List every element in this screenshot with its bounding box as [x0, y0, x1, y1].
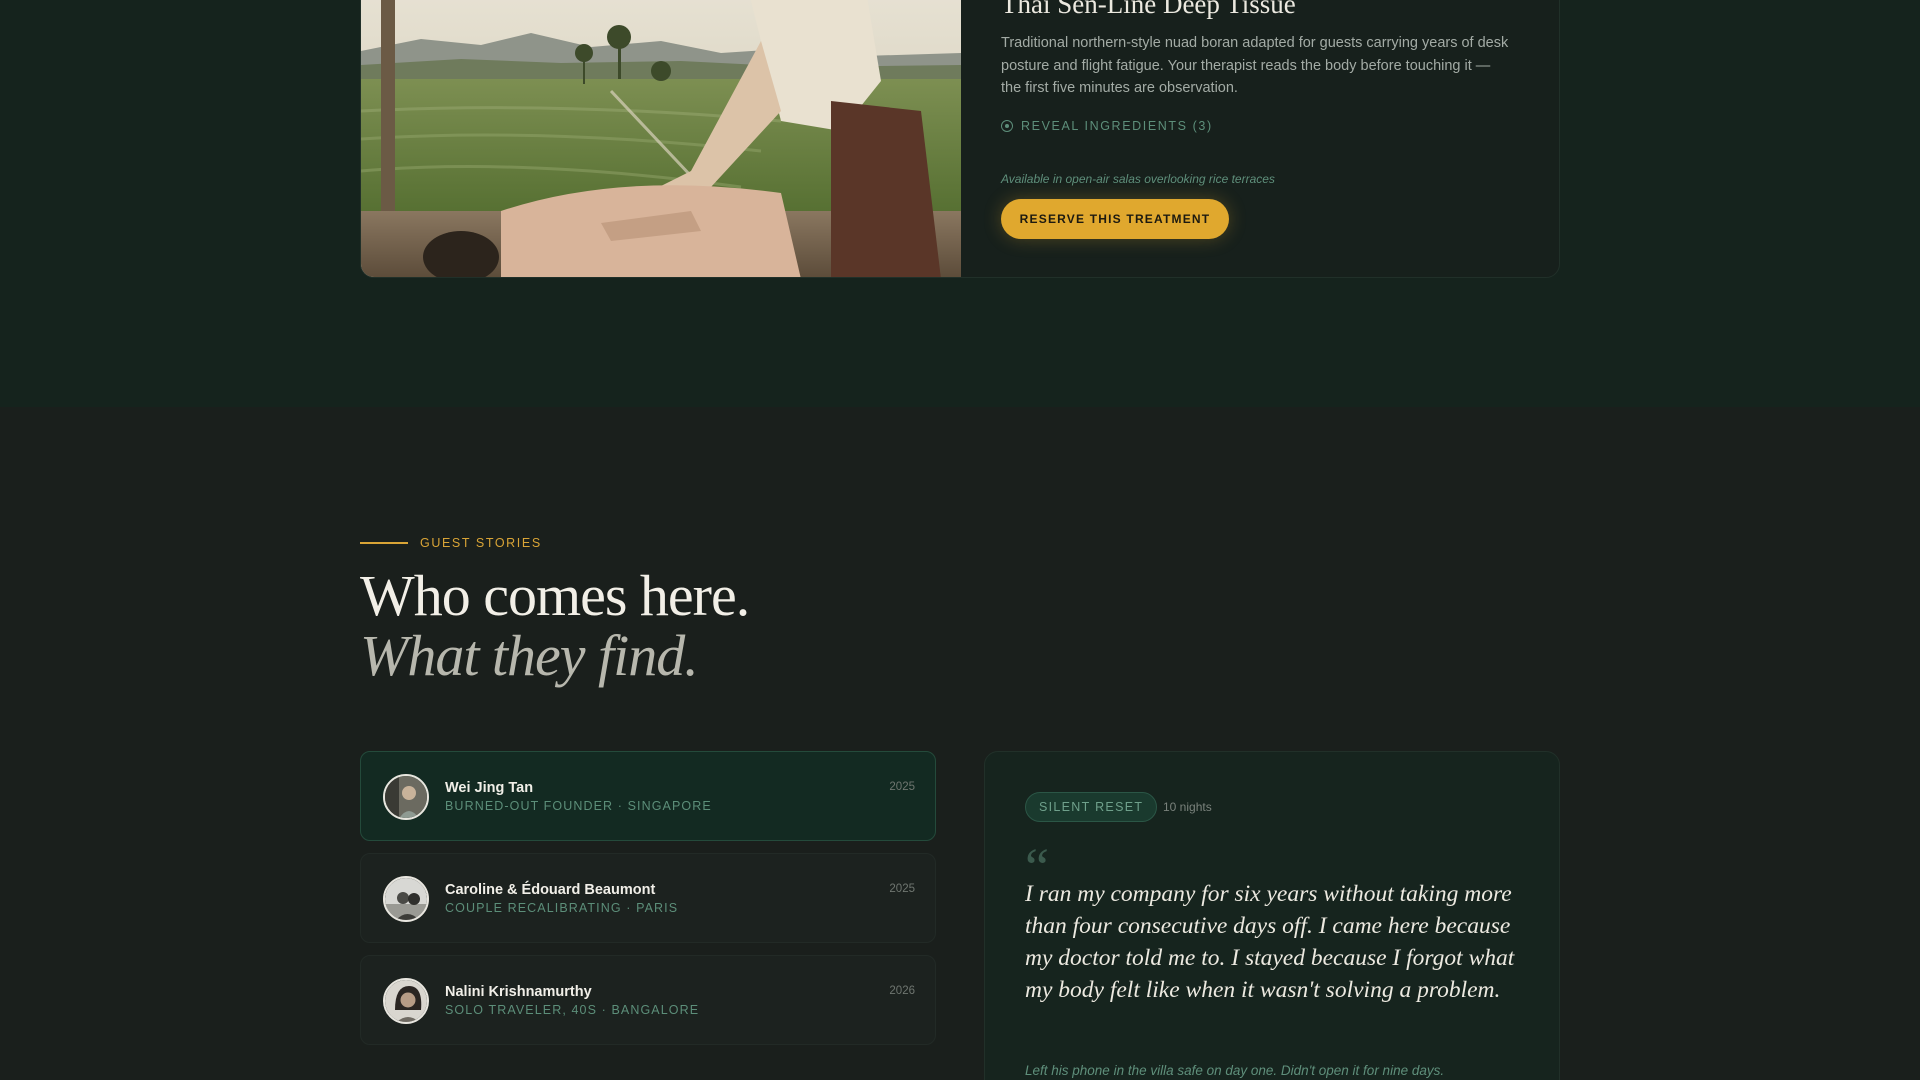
target-icon: [1001, 120, 1013, 132]
treatment-description: Traditional northern-style nuad boran ad…: [1001, 35, 1509, 96]
story-quote: I ran my company for six years without t…: [1025, 881, 1515, 1003]
guest-name: Wei Jing Tan: [445, 780, 534, 796]
avatar: [383, 978, 429, 1024]
guest-year: 2025: [889, 883, 915, 895]
section-eyebrow: GUEST STORIES: [360, 536, 542, 550]
guest-stories-section-bg: [0, 407, 1920, 1080]
guest-meta: SOLO TRAVELER, 40S · BANGALORE: [445, 1003, 700, 1017]
story-duration: 10 nights: [1163, 800, 1212, 814]
story-footnote: Left his phone in the villa safe on day …: [1025, 1063, 1445, 1078]
treatment-photo: [361, 0, 961, 277]
eyebrow-divider: [360, 542, 408, 544]
story-tag-badge: SILENT RESET: [1025, 792, 1158, 822]
avatar: [383, 774, 429, 820]
guest-item-nalini-krishnamurthy[interactable]: Nalini Krishnamurthy SOLO TRAVELER, 40S …: [360, 955, 936, 1045]
section-heading-line2: What they find.: [360, 623, 699, 688]
guest-item-caroline-edouard-beaumont[interactable]: Caroline & Édouard Beaumont COUPLE RECAL…: [360, 853, 936, 943]
treatment-card: Thai Sen-Line Deep Tissue Traditional no…: [360, 0, 1560, 278]
reveal-ingredients-toggle[interactable]: REVEAL INGREDIENTS (3): [1001, 119, 1213, 133]
guest-item-wei-jing-tan[interactable]: Wei Jing Tan BURNED-OUT FOUNDER · SINGAP…: [360, 751, 936, 841]
section-heading-line1: Who comes here.: [360, 563, 750, 628]
guest-year: 2026: [889, 985, 915, 997]
treatment-title: Thai Sen-Line Deep Tissue: [1001, 0, 1296, 19]
guest-meta: COUPLE RECALIBRATING · PARIS: [445, 901, 679, 915]
reveal-ingredients-label: REVEAL INGREDIENTS (3): [1021, 119, 1213, 133]
guest-name: Nalini Krishnamurthy: [445, 984, 592, 1000]
guest-meta: BURNED-OUT FOUNDER · SINGAPORE: [445, 799, 712, 813]
massage-rice-terrace-image: [361, 0, 961, 277]
guest-year: 2025: [889, 781, 915, 793]
reserve-treatment-button[interactable]: RESERVE THIS TREATMENT: [1001, 199, 1229, 239]
treatment-availability: Available in open-air salas overlooking …: [1001, 172, 1275, 186]
treatment-details: Thai Sen-Line Deep Tissue Traditional no…: [1001, 0, 1521, 277]
guest-name: Caroline & Édouard Beaumont: [445, 882, 656, 898]
guest-story-card: SILENT RESET 10 nights “ I ran my compan…: [984, 751, 1560, 1080]
avatar: [383, 876, 429, 922]
eyebrow-label: GUEST STORIES: [420, 536, 542, 550]
